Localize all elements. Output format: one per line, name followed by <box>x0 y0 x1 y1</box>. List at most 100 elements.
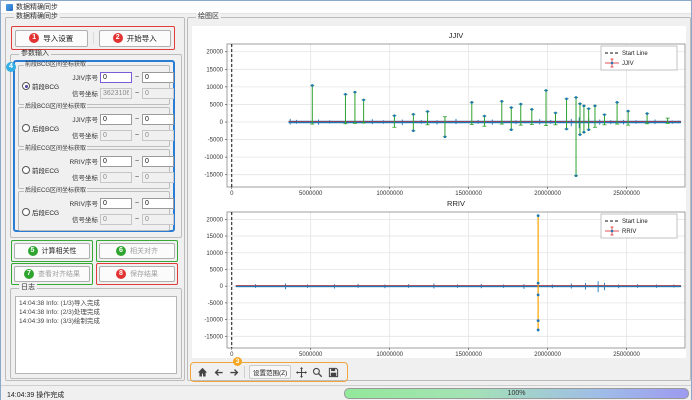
field-label: RRIV序号 <box>65 198 98 208</box>
field-label: 信号坐标 <box>65 88 98 98</box>
radio-option-2[interactable]: 后段BCG <box>22 123 59 133</box>
field-row: 信号坐标 ~ <box>65 86 167 100</box>
chart-canvas[interactable]: 0500000010000000150000002000000025000000… <box>192 26 686 358</box>
title-bar[interactable]: 数据精确同步 <box>1 1 691 14</box>
svg-text:10000: 10000 <box>206 85 223 91</box>
range-tilde: ~ <box>134 174 140 181</box>
calc-correlation-button[interactable]: 5计算相关性 <box>14 243 90 259</box>
range-to-input[interactable] <box>142 130 174 141</box>
range-from-input[interactable] <box>100 114 132 125</box>
progress-label: 100% <box>508 390 526 397</box>
step-badge-8: 8 <box>116 269 126 279</box>
range-tilde: ~ <box>134 74 140 81</box>
button-label: 保存结果 <box>130 269 158 279</box>
field-label: 信号坐标 <box>65 172 98 182</box>
app-icon <box>6 4 13 11</box>
svg-text:Start Line: Start Line <box>622 51 648 57</box>
pan-icon[interactable] <box>295 366 307 378</box>
step-badge-6: 6 <box>116 246 126 256</box>
range-to-input[interactable] <box>142 72 174 83</box>
field-label: 信号坐标 <box>65 130 98 140</box>
forward-icon[interactable] <box>228 366 240 378</box>
range-from-input[interactable] <box>100 172 132 183</box>
svg-text:RRIV: RRIV <box>622 229 636 235</box>
range-to-input[interactable] <box>142 114 174 125</box>
section-title: 前段BCG区间坐标获取 <box>24 62 87 69</box>
svg-text:20000: 20000 <box>206 50 223 56</box>
zoom-icon[interactable] <box>311 366 323 378</box>
start-import-button[interactable]: 2开始导入 <box>99 30 172 47</box>
param-section-2: 后段BCG区间坐标获取后段BCGJJIV序号~信号坐标~ <box>18 107 170 147</box>
radio-option-3[interactable]: 前段ECG <box>22 165 59 175</box>
status-text: 14:04:39 操作完成 <box>7 390 64 400</box>
range-tilde: ~ <box>134 90 140 97</box>
field-row: RRIV序号~ <box>65 154 167 168</box>
range-to-input[interactable] <box>142 88 174 99</box>
step-badge-1: 1 <box>29 33 39 43</box>
view-align-result-button[interactable]: 7查看对齐结果 <box>14 266 90 282</box>
set-range-button[interactable]: 设置范围(Z) <box>249 365 291 379</box>
svg-text:15000: 15000 <box>206 234 223 240</box>
save-result-button[interactable]: 8 保存结果 <box>99 266 175 282</box>
radio-button[interactable] <box>22 166 30 174</box>
svg-text:-5000: -5000 <box>208 301 224 307</box>
radio-button[interactable] <box>22 208 30 216</box>
svg-text:JJIV: JJIV <box>449 31 464 40</box>
range-to-input[interactable] <box>142 156 174 167</box>
range-tilde: ~ <box>134 132 140 139</box>
field-label: JJIV序号 <box>65 72 98 82</box>
field-label: JJIV序号 <box>65 114 98 124</box>
svg-text:RRIV: RRIV <box>447 199 465 208</box>
sync-panel: 数据精确同步 1导入设置2开始导入 参数输入 前段BCG区间坐标获取前段BCGJ… <box>5 17 185 381</box>
svg-text:5000: 5000 <box>210 102 224 108</box>
radio-button[interactable] <box>22 82 30 90</box>
step-badge-5: 5 <box>28 246 38 256</box>
range-from-input[interactable] <box>100 198 132 209</box>
range-from-input[interactable] <box>100 156 132 167</box>
range-from-input[interactable] <box>100 214 132 225</box>
home-icon[interactable] <box>196 366 208 378</box>
field-row: 信号坐标~ <box>65 212 167 226</box>
button-divider <box>93 32 94 44</box>
step-badge-4: 4 <box>6 62 16 72</box>
svg-text:20000000: 20000000 <box>534 191 561 196</box>
field-row: RRIV序号~ <box>65 196 167 210</box>
params-highlight-box: 前段BCG区间坐标获取前段BCGJJIV序号~信号坐标~后段BCG区间坐标获取后… <box>13 60 175 232</box>
svg-text:JJIV: JJIV <box>622 61 634 67</box>
action-box: 7查看对齐结果 <box>11 263 93 285</box>
radio-button[interactable] <box>22 124 30 132</box>
log-group: 日志 14:04:38 Info: (1/3)导入完成14:04:38 Info… <box>10 288 182 379</box>
radio-option-1[interactable]: 前段BCG <box>22 81 59 91</box>
back-icon[interactable] <box>212 366 224 378</box>
save-icon[interactable] <box>327 366 339 378</box>
svg-text:10000000: 10000000 <box>376 352 403 358</box>
range-from-input[interactable] <box>100 88 132 99</box>
params-group-title: 参数输入 <box>19 50 51 58</box>
svg-text:-15000: -15000 <box>204 173 223 179</box>
svg-text:10000000: 10000000 <box>376 191 403 196</box>
log-area[interactable]: 14:04:38 Info: (1/3)导入完成14:04:38 Info: (… <box>15 296 177 374</box>
log-group-title: 日志 <box>19 284 37 292</box>
field-label: RRIV序号 <box>65 156 98 166</box>
log-line: 14:04:39 Info: (3/3)绘制完成 <box>19 317 173 326</box>
range-from-input[interactable] <box>100 72 132 83</box>
plot-panel: 绘图区 050000001000000015000000200000002500… <box>187 17 691 381</box>
param-section-4: 后段ECG区间坐标获取后段ECGRRIV序号~信号坐标~ <box>18 191 170 231</box>
toolbar-separator <box>244 366 245 378</box>
button-label: 导入设置 <box>43 33 73 44</box>
svg-text:-15000: -15000 <box>204 334 223 340</box>
range-to-input[interactable] <box>142 214 174 225</box>
range-to-input[interactable] <box>142 198 174 209</box>
range-from-input[interactable] <box>100 130 132 141</box>
param-section-1: 前段BCG区间坐标获取前段BCG JJIV序号 ~ 信号坐标 ~ <box>18 65 170 105</box>
radio-label: 前段ECG <box>32 165 59 175</box>
section-title: 前段ECG区间坐标获取 <box>24 146 87 153</box>
range-to-input[interactable] <box>142 172 174 183</box>
section-rows: JJIV序号 ~ 信号坐标 ~ <box>65 70 167 102</box>
svg-text:25000000: 25000000 <box>613 352 640 358</box>
radio-option-4[interactable]: 后段ECG <box>22 207 59 217</box>
correlation-align-button[interactable]: 6相关对齐 <box>99 243 175 259</box>
rriv-chart: 0500000010000000150000002000000025000000… <box>192 196 686 358</box>
window-title: 数据精确同步 <box>16 2 58 12</box>
import-settings-button[interactable]: 1 导入设置 <box>15 30 88 47</box>
